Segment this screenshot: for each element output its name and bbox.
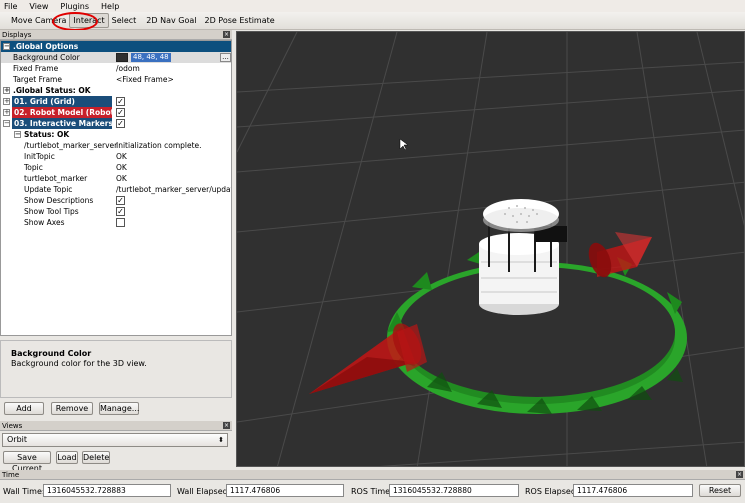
ros-time-field[interactable]: 1316045532.728880 bbox=[389, 484, 519, 497]
wall-elapsed-field[interactable]: 1117.476806 bbox=[226, 484, 344, 497]
wall-time-label: Wall Time: bbox=[3, 487, 45, 496]
tree-row-robot-model[interactable]: + 02. Robot Model (Robot Model) ✓ bbox=[1, 107, 231, 118]
tree-row-marker-server[interactable]: /turtlebot_marker_server Initialization … bbox=[1, 140, 231, 151]
show-descriptions-checkbox[interactable]: ✓ bbox=[116, 196, 125, 205]
save-current-view-button[interactable]: Save Current bbox=[3, 451, 51, 473]
tree-row-topic[interactable]: Topic OK bbox=[1, 162, 231, 173]
tree-row-status[interactable]: − Status: OK bbox=[1, 129, 231, 140]
time-panel-title: Time × bbox=[0, 470, 745, 480]
expand-icon[interactable]: + bbox=[3, 87, 10, 94]
tree-row-show-axes[interactable]: Show Axes bbox=[1, 217, 231, 228]
tool-2d-pose-estimate[interactable]: 2D Pose Estimate bbox=[201, 14, 277, 27]
menu-help[interactable]: Help bbox=[101, 2, 119, 11]
tree-row-interactive-markers[interactable]: − 03. Interactive Markers (In ✓ bbox=[1, 118, 231, 129]
scene-svg[interactable] bbox=[237, 32, 745, 467]
tool-move-camera[interactable]: Move Camera bbox=[8, 14, 69, 27]
expand-icon[interactable]: + bbox=[3, 98, 10, 105]
close-icon[interactable]: × bbox=[736, 471, 743, 478]
expand-icon[interactable]: + bbox=[3, 109, 10, 116]
background-color-value[interactable]: 48, 48, 48 bbox=[131, 53, 171, 62]
tree-row-update-topic[interactable]: Update Topic /turtlebot_marker_server/up… bbox=[1, 184, 231, 195]
close-icon[interactable]: × bbox=[223, 31, 230, 38]
color-picker-button[interactable]: ... bbox=[220, 53, 231, 62]
time-panel: Time × Wall Time: 1316045532.728883 Wall… bbox=[0, 470, 745, 503]
ros-elapsed-label: ROS Elapsed: bbox=[525, 487, 579, 496]
show-axes-checkbox[interactable] bbox=[116, 218, 125, 227]
grid-enabled-checkbox[interactable]: ✓ bbox=[116, 97, 125, 106]
turtlebot-model bbox=[479, 199, 567, 315]
tool-2d-nav-goal[interactable]: 2D Nav Goal bbox=[143, 14, 199, 27]
wall-time-field[interactable]: 1316045532.728883 bbox=[43, 484, 171, 497]
tool-select[interactable]: Select bbox=[109, 14, 140, 27]
interactive-markers-enabled-checkbox[interactable]: ✓ bbox=[116, 119, 125, 128]
ros-elapsed-field[interactable]: 1117.476806 bbox=[573, 484, 693, 497]
wall-elapsed-label: Wall Elapsed: bbox=[177, 487, 231, 496]
tree-row-grid[interactable]: + 01. Grid (Grid) ✓ bbox=[1, 96, 231, 107]
tree-row-init-topic[interactable]: InitTopic OK bbox=[1, 151, 231, 162]
remove-display-button[interactable]: Remove bbox=[51, 402, 93, 415]
menu-file[interactable]: File bbox=[4, 2, 17, 11]
close-icon[interactable]: × bbox=[223, 422, 230, 429]
tree-row-target-frame[interactable]: Target Frame <Fixed Frame> bbox=[1, 74, 231, 85]
load-view-button[interactable]: Load bbox=[56, 451, 78, 464]
collapse-icon[interactable]: − bbox=[3, 43, 10, 50]
reset-button[interactable]: Reset bbox=[699, 484, 741, 497]
property-description: Background Color Background color for th… bbox=[0, 340, 232, 398]
displays-panel-title: Displays × bbox=[0, 30, 232, 40]
description-text: Background color for the 3D view. bbox=[11, 359, 147, 368]
robot-model-enabled-checkbox[interactable]: ✓ bbox=[116, 108, 125, 117]
menu-view[interactable]: View bbox=[29, 2, 48, 11]
show-tool-tips-checkbox[interactable]: ✓ bbox=[116, 207, 125, 216]
tree-row-show-descriptions[interactable]: Show Descriptions ✓ bbox=[1, 195, 231, 206]
render-viewport[interactable] bbox=[236, 31, 745, 467]
toolbar: Move Camera Interact Select 2D Nav Goal … bbox=[0, 12, 745, 30]
collapse-icon[interactable]: − bbox=[3, 120, 10, 127]
delete-view-button[interactable]: Delete bbox=[82, 451, 110, 464]
tool-interact[interactable]: Interact bbox=[69, 13, 109, 28]
view-type-select[interactable]: Orbit ⬍ bbox=[2, 433, 228, 447]
add-display-button[interactable]: Add bbox=[4, 402, 44, 415]
menu-plugins[interactable]: Plugins bbox=[60, 2, 89, 11]
ros-time-label: ROS Time: bbox=[351, 487, 393, 496]
views-panel-title: Views × bbox=[0, 421, 232, 431]
tree-row-fixed-frame[interactable]: Fixed Frame /odom bbox=[1, 63, 231, 74]
manage-displays-button[interactable]: Manage... bbox=[99, 402, 139, 415]
menu-bar: File View Plugins Help bbox=[0, 0, 745, 12]
tree-row-background-color[interactable]: Background Color 48, 48, 48 ... bbox=[1, 52, 231, 63]
tree-row-turtlebot-marker[interactable]: turtlebot_marker OK bbox=[1, 173, 231, 184]
description-title: Background Color bbox=[11, 349, 92, 358]
displays-tree: − .Global Options Background Color 48, 4… bbox=[0, 40, 232, 336]
tree-row-global-status[interactable]: + .Global Status: OK bbox=[1, 85, 231, 96]
color-swatch[interactable] bbox=[116, 53, 128, 62]
collapse-icon[interactable]: − bbox=[14, 131, 21, 138]
tree-row-global-options[interactable]: − .Global Options bbox=[1, 41, 231, 52]
tree-row-show-tool-tips[interactable]: Show Tool Tips ✓ bbox=[1, 206, 231, 217]
chevron-down-icon: ⬍ bbox=[218, 436, 224, 444]
